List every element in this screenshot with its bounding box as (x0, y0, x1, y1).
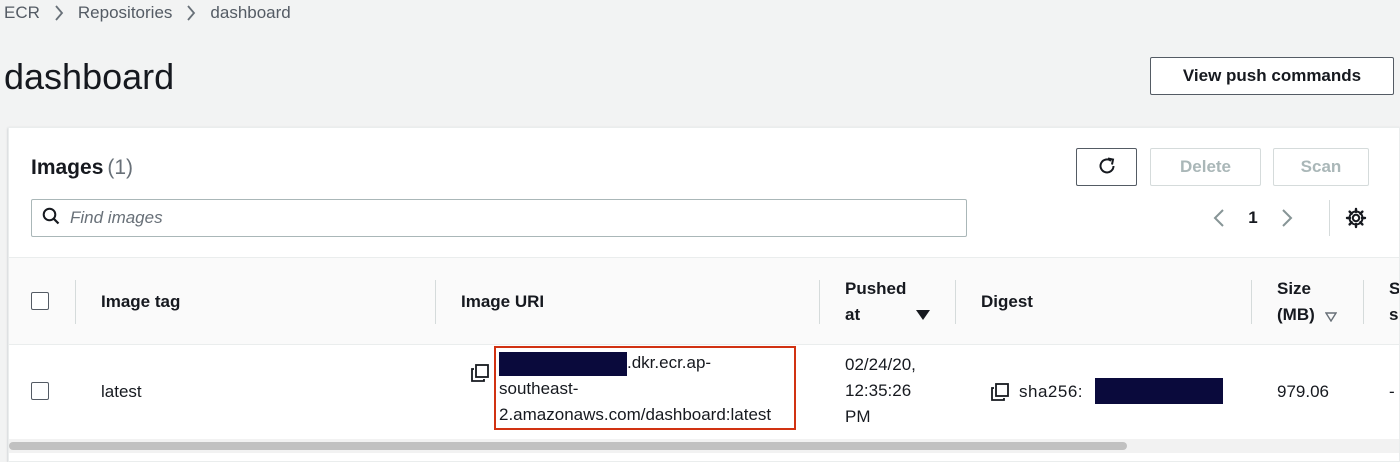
chevron-right-icon[interactable] (1273, 208, 1301, 228)
breadcrumb-current: dashboard (210, 3, 291, 22)
search-field (31, 199, 967, 237)
column-divider (955, 280, 956, 324)
chevron-left-icon[interactable] (1205, 208, 1233, 228)
copy-icon[interactable] (471, 364, 489, 382)
view-push-commands-button[interactable]: View push commands (1150, 57, 1394, 95)
images-panel: Images(1) Delete Scan 1 Image tag (8, 127, 1400, 462)
panel-title-label: Images (31, 156, 104, 179)
redaction-block (499, 351, 627, 376)
refresh-button[interactable] (1076, 148, 1137, 186)
column-size[interactable]: Size (1277, 279, 1311, 299)
scan-button[interactable]: Scan (1273, 148, 1369, 186)
sort-desc-icon[interactable] (915, 308, 931, 326)
column-pushed-at-line2[interactable]: at (845, 305, 860, 325)
gear-icon[interactable] (1344, 206, 1368, 230)
pushed-at-line1: 02/24/20, (845, 355, 916, 374)
pagination: 1 (1205, 200, 1301, 236)
pushed-at: 02/24/20, 12:35:26 PM (845, 352, 916, 430)
image-uri-line3: 2.amazonaws.com/dashboard:latest (499, 405, 772, 424)
image-uri[interactable]: .dkr.ecr.ap- southeast- 2.amazonaws.com/… (499, 350, 799, 428)
search-icon (42, 207, 60, 230)
breadcrumb: ECR Repositories dashboard (4, 2, 291, 24)
panel-title: Images (1) (31, 156, 133, 180)
copy-icon[interactable] (991, 383, 1009, 401)
image-uri-line2: southeast- (499, 379, 579, 398)
column-divider (1251, 280, 1252, 324)
row-checkbox[interactable] (31, 382, 49, 400)
table-row: latest .dkr.ecr.ap- southeast- 2.amazona… (9, 346, 1399, 436)
chevron-right-icon (186, 5, 196, 21)
scrollbar-thumb[interactable] (9, 442, 1127, 450)
refresh-icon (1096, 155, 1118, 180)
column-size-line2[interactable]: (MB) (1277, 305, 1315, 325)
column-extra[interactable]: S (1389, 279, 1399, 299)
column-image-uri[interactable]: Image URI (461, 292, 544, 312)
image-tag: latest (101, 382, 142, 401)
select-all-checkbox[interactable] (31, 292, 49, 310)
digest-prefix: sha256: (1019, 382, 1083, 401)
column-image-tag[interactable]: Image tag (101, 292, 180, 312)
image-count: (1) (107, 156, 134, 179)
pushed-at-line3: PM (845, 407, 871, 426)
column-divider (435, 280, 436, 324)
horizontal-scrollbar[interactable] (9, 439, 1399, 453)
page-number[interactable]: 1 (1233, 208, 1273, 228)
image-uri-text1: .dkr.ecr.ap- (627, 353, 712, 372)
column-divider (819, 280, 820, 324)
search-input[interactable] (70, 208, 930, 228)
table-header: Image tag Image URI Pushed at Digest Siz… (9, 257, 1399, 345)
sort-icon[interactable] (1324, 309, 1338, 327)
redaction-block (1095, 378, 1223, 404)
size-mb: 979.06 (1277, 382, 1329, 401)
column-pushed-at[interactable]: Pushed (845, 279, 906, 299)
breadcrumb-repositories[interactable]: Repositories (78, 3, 173, 23)
column-extra-line2[interactable]: s (1389, 305, 1398, 325)
breadcrumb-ecr[interactable]: ECR (4, 3, 40, 23)
delete-button[interactable]: Delete (1150, 148, 1261, 186)
extra-value: - (1389, 382, 1395, 401)
page-title: dashboard (4, 56, 175, 97)
image-uri-line1: .dkr.ecr.ap- (499, 350, 799, 376)
chevron-right-icon (54, 5, 64, 21)
column-divider (75, 280, 76, 324)
pushed-at-line2: 12:35:26 (845, 381, 912, 400)
column-divider (1363, 280, 1364, 324)
column-digest[interactable]: Digest (981, 292, 1033, 312)
divider (1329, 200, 1330, 236)
